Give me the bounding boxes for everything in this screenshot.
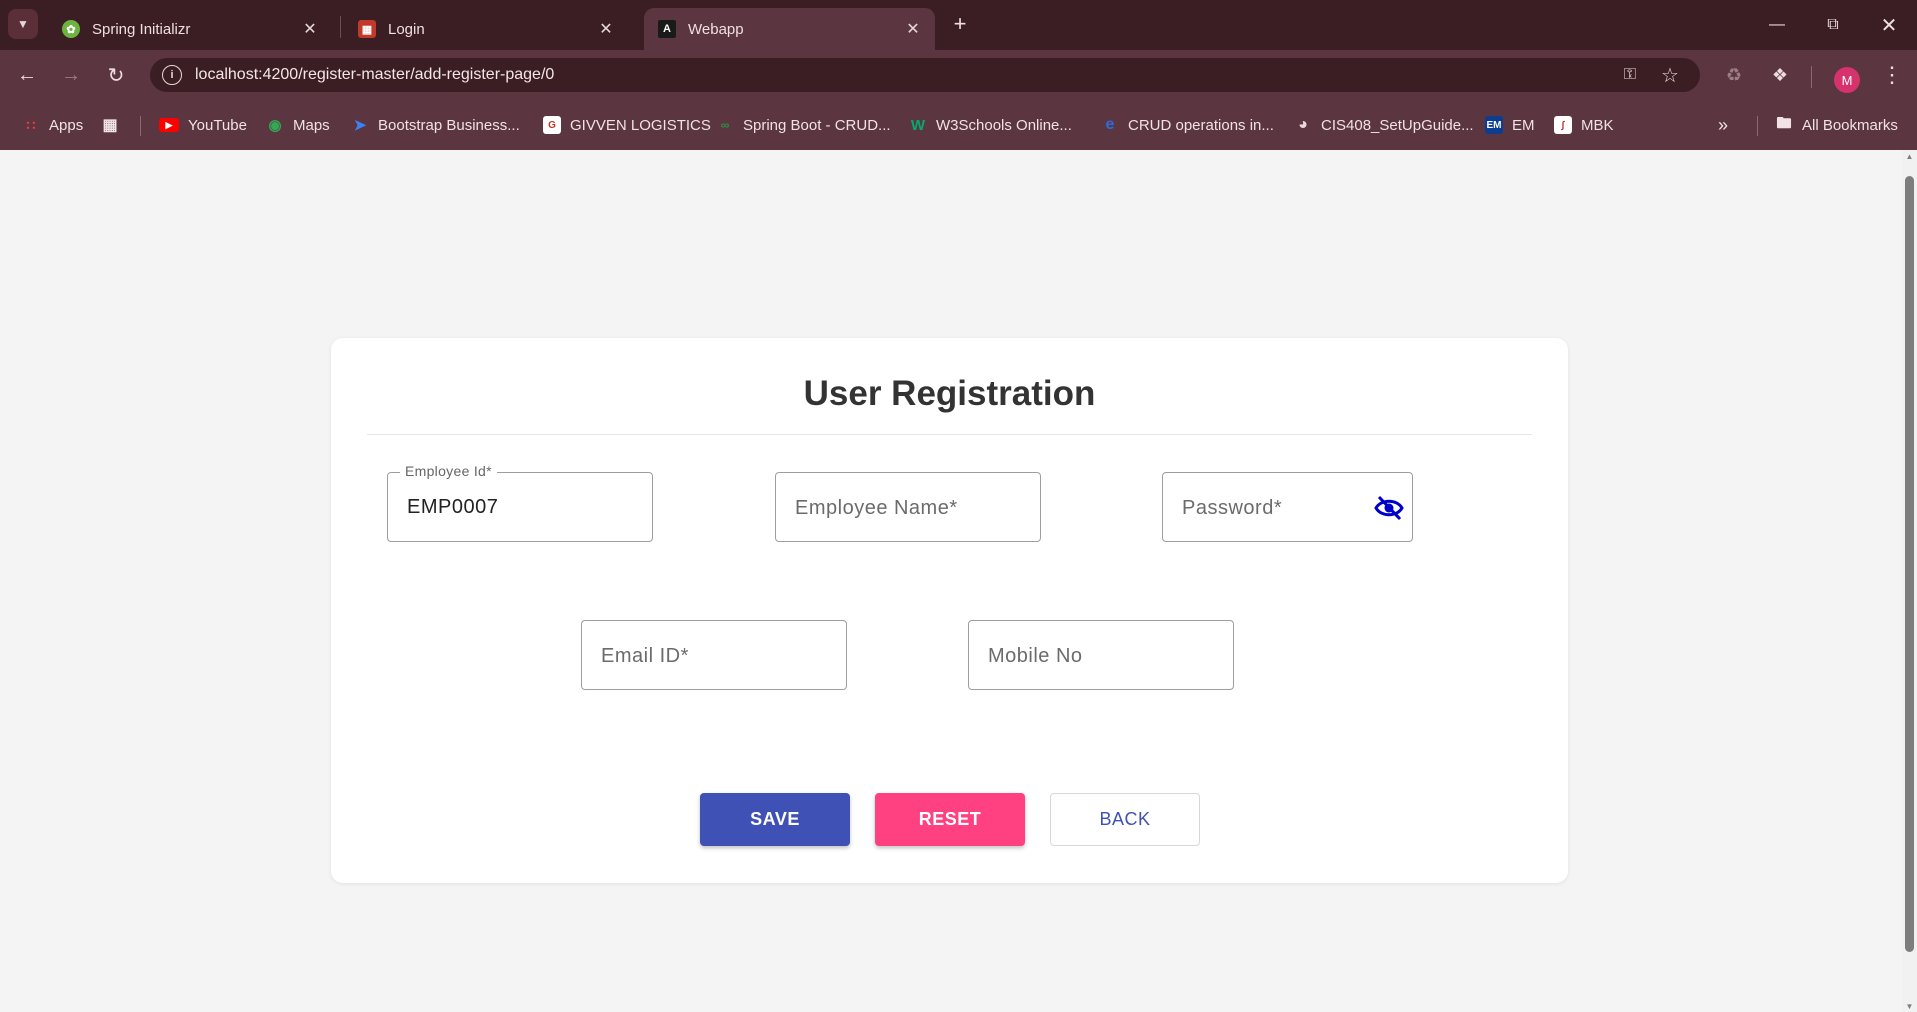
bookmark-star-icon[interactable]: ☆: [1658, 63, 1682, 87]
scroll-thumb[interactable]: [1905, 176, 1914, 952]
bookmark-label: CRUD operations in...: [1128, 116, 1274, 134]
employee-id-value[interactable]: EMP0007: [407, 496, 498, 519]
toolbar-divider: [1811, 66, 1812, 88]
close-tab-icon[interactable]: ✕: [903, 19, 923, 39]
scroll-up-icon[interactable]: ▲: [1905, 152, 1914, 161]
angular-icon: A: [658, 20, 676, 38]
close-tab-icon[interactable]: ✕: [300, 19, 320, 39]
bookmark-label: Bootstrap Business...: [378, 116, 520, 134]
tab-login[interactable]: ▦ Login ✕: [344, 8, 628, 50]
save-button[interactable]: SAVE: [700, 793, 850, 846]
globe-icon: ◕: [1298, 116, 1308, 133]
gfg-icon: ∞: [720, 118, 730, 132]
bookmark-label: Spring Boot - CRUD...: [743, 116, 891, 134]
bookmark-label: EM: [1512, 116, 1535, 134]
bookmark-cis408[interactable]: ◕ CIS408_SetUpGuide...: [1294, 114, 1474, 136]
url-text[interactable]: localhost:4200/register-master/add-regis…: [195, 66, 554, 84]
back-arrow-icon[interactable]: ←: [12, 60, 42, 90]
tab-title: Webapp: [688, 20, 744, 38]
minimize-icon[interactable]: —: [1762, 10, 1792, 40]
scroll-down-icon[interactable]: ▼: [1905, 1002, 1914, 1011]
password-placeholder: Password*: [1182, 497, 1283, 519]
bookmark-w3schools[interactable]: W W3Schools Online...: [909, 114, 1072, 136]
password-field[interactable]: Password*: [1162, 472, 1413, 542]
employee-id-field[interactable]: Employee Id* EMP0007: [387, 463, 653, 542]
edge-icon: e: [1105, 116, 1115, 133]
close-tab-icon[interactable]: ✕: [596, 19, 616, 39]
tab-groups-grid-icon: ▦: [102, 117, 118, 134]
bookmark-label: Apps: [49, 116, 84, 134]
givven-icon: G: [543, 116, 561, 134]
bookmark-crud-operations[interactable]: e CRUD operations in...: [1101, 114, 1274, 136]
bookmarks-divider: [1757, 116, 1758, 136]
restore-icon[interactable]: ⧉: [1818, 10, 1848, 40]
bookmark-label: W3Schools Online...: [936, 116, 1072, 134]
folder-icon: 🖿: [1776, 114, 1792, 132]
site-info-icon[interactable]: i: [162, 65, 182, 85]
menu-kebab-icon[interactable]: ⋮: [1878, 61, 1906, 89]
recycle-extension-icon[interactable]: ♻: [1720, 61, 1748, 89]
profile-avatar[interactable]: M: [1834, 67, 1860, 93]
more-bookmarks-chevron-icon[interactable]: »: [1718, 114, 1728, 136]
employee-name-placeholder: Employee Name*: [795, 497, 958, 519]
reload-icon[interactable]: ↻: [101, 60, 131, 90]
bookmark-label: GIVVEN LOGISTICS: [570, 116, 711, 134]
password-key-icon[interactable]: ⚿: [1618, 64, 1642, 86]
employee-name-field[interactable]: Employee Name*: [775, 472, 1041, 542]
mobile-placeholder: Mobile No: [988, 645, 1083, 667]
close-window-icon[interactable]: ✕: [1874, 10, 1904, 40]
bookmark-label: CIS408_SetUpGuide...: [1321, 116, 1474, 134]
em-icon: EM: [1485, 116, 1503, 134]
extensions-puzzle-icon[interactable]: ❖: [1766, 61, 1794, 89]
bootstrap-icon: ➤: [353, 117, 367, 134]
visibility-off-icon[interactable]: [1374, 495, 1404, 521]
bookmark-label: YouTube: [188, 116, 247, 134]
grid-app-icon: ▦: [358, 20, 376, 38]
bookmark-em[interactable]: EM EM: [1485, 114, 1535, 136]
all-bookmarks-button[interactable]: 🖿 All Bookmarks: [1775, 114, 1898, 136]
new-tab-icon[interactable]: +: [948, 11, 972, 36]
bookmarks-bar: ∷ Apps ▦ ▶ YouTube ◉ Maps ➤ Bootstrap Bu…: [0, 100, 1917, 150]
bookmark-bootstrap[interactable]: ➤ Bootstrap Business...: [351, 114, 520, 136]
tab-strip: ▼ ✿ Spring Initializr ✕ ▦ Login ✕ A Weba…: [0, 0, 1917, 50]
maps-pin-icon: ◉: [268, 117, 282, 134]
mobile-field[interactable]: Mobile No: [968, 620, 1234, 690]
tab-title: Spring Initializr: [92, 20, 191, 38]
tab-spring-initializr[interactable]: ✿ Spring Initializr ✕: [48, 8, 332, 50]
email-field[interactable]: Email ID*: [581, 620, 847, 690]
w3schools-icon: W: [910, 116, 926, 134]
mbk-icon: ∫: [1554, 116, 1572, 134]
bookmark-label: Maps: [293, 116, 330, 134]
bookmark-maps[interactable]: ◉ Maps: [266, 114, 330, 136]
page-title: User Registration: [803, 374, 1096, 413]
email-placeholder: Email ID*: [601, 645, 689, 667]
tab-title: Login: [388, 20, 425, 38]
tab-groups-icon[interactable]: ▦: [101, 114, 128, 136]
address-bar[interactable]: i localhost:4200/register-master/add-reg…: [150, 58, 1700, 92]
bookmark-youtube[interactable]: ▶ YouTube: [159, 114, 247, 136]
tab-webapp[interactable]: A Webapp ✕: [644, 8, 935, 50]
employee-id-label: Employee Id*: [400, 463, 497, 479]
back-button[interactable]: BACK: [1050, 793, 1200, 846]
tab-divider: [340, 16, 341, 38]
bookmark-givven[interactable]: G GIVVEN LOGISTICS: [543, 114, 711, 136]
bookmark-label: MBK: [1581, 116, 1614, 134]
title-divider: [367, 434, 1532, 435]
all-bookmarks-label: All Bookmarks: [1802, 116, 1898, 134]
spring-leaf-icon: ✿: [62, 20, 80, 38]
tab-search-dropdown-icon[interactable]: ▼: [8, 9, 38, 39]
browser-toolbar: ← → ↻ i localhost:4200/register-master/a…: [0, 50, 1917, 100]
apps-grid-icon: ∷: [26, 116, 36, 133]
bookmarks-divider: [140, 116, 141, 136]
bookmark-mbk[interactable]: ∫ MBK: [1554, 114, 1614, 136]
bookmark-spring-boot[interactable]: ∞ Spring Boot - CRUD...: [716, 114, 891, 136]
bookmark-apps[interactable]: ∷ Apps: [22, 114, 84, 136]
youtube-icon: ▶: [159, 118, 179, 132]
reset-button[interactable]: RESET: [875, 793, 1025, 846]
forward-arrow-icon[interactable]: →: [56, 60, 86, 90]
